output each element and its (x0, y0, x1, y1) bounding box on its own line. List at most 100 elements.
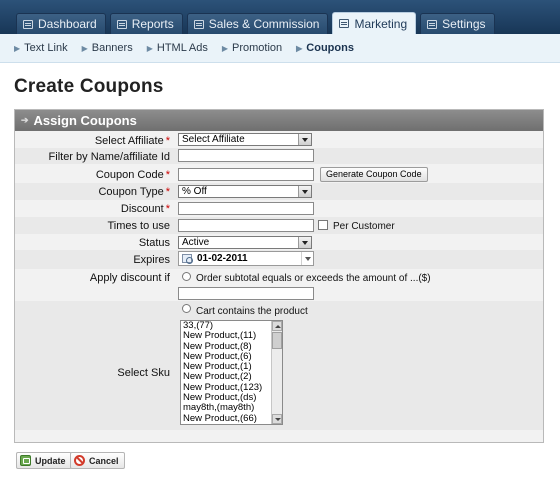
scroll-down-icon[interactable] (272, 414, 282, 424)
filter-input[interactable] (178, 149, 314, 162)
selected-value: Select Affiliate (182, 134, 245, 145)
tab-label: Marketing (354, 16, 408, 31)
chevron-down-icon (298, 237, 311, 248)
row-apply-discount: Apply discount if Order subtotal equals … (15, 269, 543, 301)
generate-coupon-code-button[interactable]: Generate Coupon Code (320, 167, 428, 182)
chevron-right-icon: ▶ (296, 43, 303, 53)
row-coupon-type: Coupon Type * % Off (15, 183, 543, 200)
main-tabs: Dashboard Reports Sales & Commission Mar… (16, 12, 495, 34)
subnav-label: Banners (91, 42, 133, 54)
cancel-label: Cancel (89, 455, 119, 466)
top-navigation: Dashboard Reports Sales & Commission Mar… (0, 0, 560, 34)
tab-dashboard[interactable]: Dashboard (16, 13, 106, 34)
tab-label: Reports (131, 17, 174, 31)
chevron-right-icon: ▶ (146, 43, 153, 53)
cart-product-radio[interactable] (182, 304, 191, 313)
subnav-label: Promotion (231, 42, 283, 54)
subnav-item-text-link[interactable]: ▶ Text Link (14, 42, 68, 54)
required-marker: * (165, 169, 170, 181)
panel-title: Assign Coupons (33, 113, 137, 128)
label-text: Discount (120, 203, 164, 215)
chevron-down-icon (298, 186, 311, 197)
sub-navigation: ▶ Text Link ▶ Banners ▶ HTML Ads ▶ Promotion… (0, 34, 560, 63)
selected-value: Active (182, 237, 210, 248)
subnav-item-html-ads[interactable]: ▶ HTML Ads (147, 42, 208, 54)
selected-value: % Off (182, 186, 207, 197)
coupon-code-input[interactable] (178, 168, 314, 181)
row-times-to-use: Times to use Per Customer (15, 217, 543, 234)
scroll-up-icon[interactable] (272, 321, 282, 331)
chevron-right-icon: ▶ (221, 43, 228, 53)
row-expires: Expires 01-02-2011 (15, 250, 543, 269)
expires-date-picker[interactable]: 01-02-2011 (178, 251, 314, 266)
subtotal-radio[interactable] (182, 272, 191, 281)
subnav-item-coupons[interactable]: ▶ Coupons (296, 42, 354, 54)
assign-coupons-panel: ➔ Assign Coupons Select Affiliate * Selec… (14, 109, 544, 443)
update-label: Update (35, 455, 66, 466)
field-label: Select Sku (117, 367, 170, 379)
status-dropdown[interactable]: Active (178, 236, 312, 249)
reports-icon (116, 19, 127, 29)
tab-label: Settings (442, 17, 486, 31)
tab-settings[interactable]: Settings (420, 13, 495, 34)
times-to-use-input[interactable] (178, 219, 314, 232)
sales-icon (193, 19, 204, 29)
field-label: Times to use (107, 220, 170, 232)
row-coupon-code: Coupon Code * Generate Coupon Code (15, 165, 543, 183)
field-label: Status (138, 237, 170, 249)
field-label: Select Affiliate * (95, 135, 170, 147)
label-text: Coupon Type (98, 186, 164, 198)
chevron-right-icon: ▶ (81, 43, 88, 53)
chevron-down-icon (301, 252, 313, 265)
required-marker: * (165, 135, 170, 147)
calendar-icon (182, 254, 193, 264)
row-filter: Filter by Name/affiliate Id (15, 148, 543, 164)
per-customer-label: Per Customer (333, 221, 395, 232)
row-discount: Discount * (15, 200, 543, 217)
label-text: Coupon Code (95, 169, 164, 181)
cancel-button[interactable]: Cancel (70, 452, 125, 469)
tab-sales-commission[interactable]: Sales & Commission (186, 13, 329, 34)
dashboard-icon (23, 19, 33, 29)
arrow-right-icon: ➔ (21, 115, 29, 125)
chevron-right-icon: ▶ (14, 43, 21, 53)
cart-option-label: Cart contains the product (196, 306, 308, 317)
subnav-label: Coupons (306, 42, 354, 54)
subnav-item-promotion[interactable]: ▶ Promotion (222, 42, 282, 54)
field-label: Discount * (121, 203, 170, 215)
discount-input[interactable] (178, 202, 314, 215)
row-select-affiliate: Select Affiliate * Select Affiliate (15, 132, 543, 148)
tab-marketing[interactable]: Marketing (332, 12, 417, 34)
sku-scrollbar[interactable] (271, 321, 282, 424)
list-item[interactable]: New Product,(66) (181, 413, 282, 424)
field-label: Coupon Type * (98, 186, 170, 198)
subtotal-amount-input[interactable] (178, 287, 314, 300)
settings-icon (427, 19, 438, 29)
update-button[interactable]: Update (16, 452, 72, 469)
field-label: Filter by Name/affiliate Id (48, 151, 170, 163)
subtotal-option-label: Order subtotal equals or exceeds the amo… (196, 273, 431, 284)
row-status: Status Active (15, 234, 543, 250)
label-text: Select Affiliate (94, 135, 164, 147)
marketing-icon (339, 19, 350, 28)
chevron-down-icon (298, 134, 311, 145)
subnav-label: Text Link (24, 42, 68, 54)
coupon-type-dropdown[interactable]: % Off (178, 185, 312, 198)
subnav-item-banners[interactable]: ▶ Banners (82, 42, 133, 54)
tab-label: Sales & Commission (208, 17, 320, 31)
required-marker: * (165, 186, 170, 198)
select-affiliate-dropdown[interactable]: Select Affiliate (178, 133, 312, 146)
subnav-label: HTML Ads (156, 42, 208, 54)
cancel-icon (74, 455, 85, 466)
scroll-thumb[interactable] (272, 332, 282, 349)
panel-header: ➔ Assign Coupons (15, 110, 543, 131)
tab-reports[interactable]: Reports (109, 13, 183, 34)
field-label: Apply discount if (89, 272, 170, 284)
sku-listbox[interactable]: 33,(77) New Product,(11) New Product,(8)… (180, 320, 283, 425)
tab-label: Dashboard (38, 17, 97, 31)
per-customer-checkbox[interactable] (318, 220, 328, 230)
field-label: Expires (133, 254, 170, 266)
save-icon (20, 455, 31, 466)
field-label: Coupon Code * (96, 169, 170, 181)
page-title: Create Coupons (14, 76, 164, 97)
